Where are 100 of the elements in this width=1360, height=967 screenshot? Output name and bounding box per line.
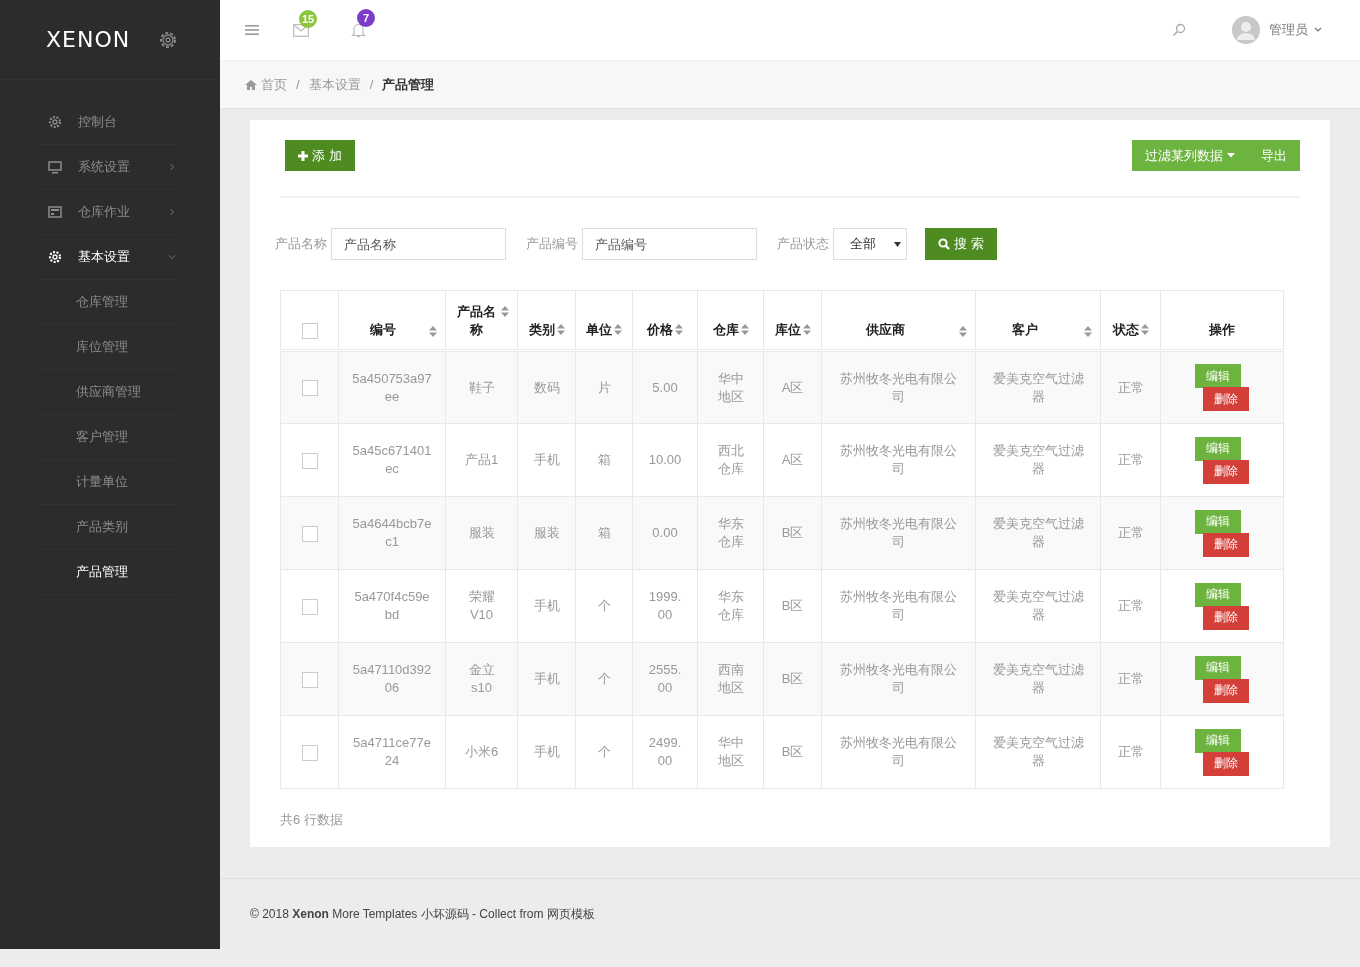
chevron-down-icon	[168, 253, 176, 261]
table-cell: 苏州牧冬光电有限公司	[840, 589, 957, 622]
table-cell: 手机	[533, 671, 560, 686]
checkbox[interactable]	[301, 744, 318, 761]
sort-icon[interactable]	[1140, 324, 1149, 335]
edit-button[interactable]: 编辑	[1195, 582, 1241, 607]
table-cell: 爱美克空气过滤器	[992, 662, 1084, 695]
table-cell: 5a4644bcb7ec1	[352, 516, 432, 549]
table-cell: 正常	[1117, 525, 1144, 540]
table-cell: 正常	[1117, 598, 1144, 613]
sidebar-item[interactable]: 基本设置	[40, 235, 180, 280]
sort-icon[interactable]	[740, 324, 749, 335]
sort-icon[interactable]	[556, 324, 565, 335]
sort-icon[interactable]	[802, 324, 811, 335]
sort-icon[interactable]	[429, 326, 437, 337]
table-cell: 手机	[533, 452, 560, 467]
logo: XENON	[46, 27, 131, 52]
checkbox[interactable]	[301, 323, 318, 339]
settings-icon[interactable]	[158, 29, 179, 50]
table-cell: 服装	[533, 525, 560, 540]
table-cell: 5a4711ce77e24	[353, 735, 431, 768]
filter-columns-button[interactable]: 过滤某列数据	[1132, 140, 1248, 171]
checkbox[interactable]	[301, 598, 318, 615]
table-cell: 苏州牧冬光电有限公司	[840, 662, 957, 695]
plus-icon	[298, 150, 308, 161]
sort-icon[interactable]	[1084, 326, 1092, 337]
table-cell: 5a450753a97ee	[352, 370, 432, 404]
add-button[interactable]: 添 加	[285, 140, 355, 171]
delete-button[interactable]: 删除	[1203, 605, 1249, 630]
footer-text: © 2018 Xenon More Templates 小坏源码 - Collect from 网页模板	[250, 905, 595, 923]
delete-button[interactable]: 删除	[1203, 678, 1249, 703]
sort-icon[interactable]	[959, 326, 967, 337]
delete-button[interactable]: 删除	[1203, 387, 1249, 411]
breadcrumb-link[interactable]: 首页	[261, 75, 287, 94]
menu-icon[interactable]	[245, 24, 259, 36]
search-icon[interactable]	[1172, 23, 1186, 37]
avatar[interactable]	[1232, 16, 1260, 44]
monitor-icon	[48, 160, 62, 174]
edit-button[interactable]: 编辑	[1195, 509, 1241, 534]
table-cell: A区	[781, 379, 804, 395]
drive-icon	[48, 206, 62, 218]
edit-button[interactable]: 编辑	[1195, 728, 1241, 753]
input-field[interactable]: 产品编号	[582, 228, 757, 260]
table-cell: 西南地区	[717, 662, 744, 695]
table-cell: 爱美克空气过滤器	[992, 370, 1084, 404]
breadcrumb-separator: /	[296, 77, 300, 92]
table-cell: 西北仓库	[717, 443, 744, 476]
checkbox[interactable]	[301, 525, 318, 542]
table-cell: 5a47110d39206	[352, 662, 432, 695]
edit-button[interactable]: 编辑	[1195, 364, 1241, 388]
sort-icon[interactable]	[501, 306, 509, 317]
sort-icon[interactable]	[614, 324, 622, 335]
column-header: 产品名称	[456, 303, 497, 339]
edit-button[interactable]: 编辑	[1195, 436, 1241, 461]
delete-button[interactable]: 删除	[1203, 751, 1249, 776]
table-cell: 华中地区	[717, 735, 744, 768]
table-cell: 片	[597, 379, 611, 395]
table-cell: 1999.00	[648, 589, 682, 622]
checkbox[interactable]	[301, 671, 318, 688]
table-cell: 5a45c671401ec	[352, 443, 432, 476]
sidebar-subitem[interactable]: 供应商管理	[40, 370, 180, 415]
table-cell: 华东仓库	[717, 516, 744, 549]
breadcrumb-link[interactable]: 基本设置	[308, 75, 361, 94]
table-cell: 苏州牧冬光电有限公司	[840, 516, 957, 549]
input-field[interactable]: 产品名称	[331, 228, 506, 260]
user-name[interactable]: 管理员	[1269, 21, 1308, 39]
mail-icon[interactable]	[293, 23, 309, 37]
sidebar-subitem[interactable]: 仓库管理	[40, 280, 180, 325]
column-header: 客户	[1012, 321, 1039, 339]
row-count: 共6 行数据	[280, 811, 344, 829]
delete-button[interactable]: 删除	[1203, 459, 1249, 484]
search-button[interactable]: 搜 索	[925, 228, 997, 260]
sidebar-item[interactable]: 仓库作业	[40, 190, 180, 235]
chevron-right-icon	[168, 208, 176, 216]
sidebar-subitem[interactable]: 库位管理	[40, 325, 180, 370]
sidebar-subitem[interactable]: 产品类别	[40, 505, 180, 550]
sidebar-item[interactable]: 控制台	[40, 100, 180, 145]
checkbox[interactable]	[301, 380, 318, 397]
edit-button[interactable]: 编辑	[1195, 655, 1241, 680]
sidebar-subitem[interactable]: 客户管理	[40, 415, 180, 460]
sort-icon[interactable]	[675, 324, 683, 335]
export-button[interactable]: 导出	[1248, 140, 1300, 171]
delete-button[interactable]: 删除	[1203, 532, 1249, 557]
checkbox[interactable]	[301, 452, 318, 469]
sidebar-item[interactable]: 系统设置	[40, 145, 180, 190]
sidebar-subitem[interactable]: 计量单位	[40, 460, 180, 505]
column-header: 仓库	[712, 321, 739, 339]
caret-icon[interactable]	[1314, 27, 1322, 33]
table-cell: 爱美克空气过滤器	[992, 516, 1084, 549]
status-select[interactable]: 全部	[833, 228, 907, 260]
table-cell: 爱美克空气过滤器	[992, 443, 1084, 476]
table-cell: 5a470f4c59ebd	[354, 589, 430, 622]
bell-icon[interactable]	[351, 22, 366, 38]
table-cell: 箱	[597, 525, 611, 540]
table-cell: 华中地区	[717, 370, 744, 404]
table-cell: 爱美克空气过滤器	[992, 589, 1084, 622]
sidebar-subitem[interactable]: 产品管理	[40, 550, 180, 595]
column-header: 供应商	[865, 321, 905, 339]
notification-badge: 15	[299, 9, 317, 28]
caret-icon	[1227, 153, 1235, 158]
